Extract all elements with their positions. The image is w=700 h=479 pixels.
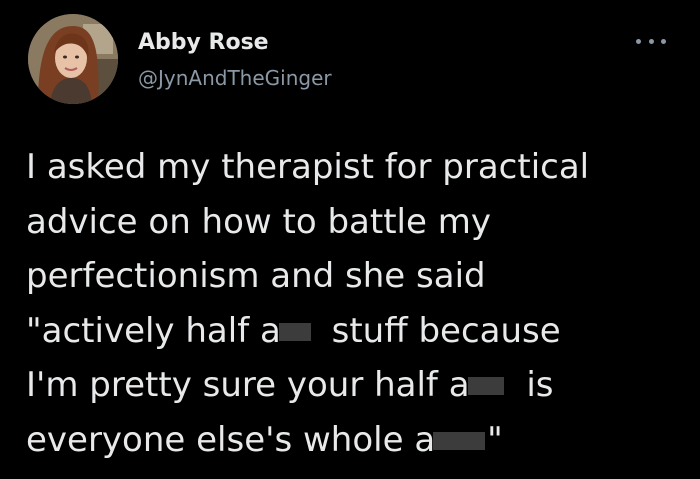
tweet-card: Abby Rose @JynAndTheGinger I asked my th… [0, 0, 700, 479]
tweet-text-fragment: is [515, 365, 554, 405]
profile-photo-icon [28, 14, 118, 104]
tweet-line: I asked my therapist for practical [26, 147, 590, 187]
censor-block [278, 322, 311, 341]
tweet-line: "actively half a stuff because [26, 304, 686, 359]
more-dot [648, 38, 654, 44]
tweet-line: perfectionism and she said [26, 256, 486, 296]
tweet-line: advice on how to battle my [26, 201, 491, 242]
display-name[interactable]: Abby Rose [138, 30, 269, 56]
tweet-text: I asked my therapist for practical advic… [26, 140, 686, 467]
more-dot [661, 38, 666, 44]
tweet-text-fragment: everyone else's whole a [26, 419, 436, 460]
tweet-text-fragment: " [487, 419, 503, 460]
user-handle[interactable]: @JynAndTheGinger [138, 66, 332, 90]
more-dot [636, 38, 641, 44]
censor-block [433, 431, 486, 450]
tweet-text-fragment: stuff because [320, 310, 561, 351]
tweet-text-fragment: "actively half a [26, 310, 281, 351]
more-options-icon[interactable] [636, 30, 666, 52]
tweet-text-fragment: I'm pretty sure your half a [26, 365, 470, 405]
censor-block [467, 377, 504, 395]
tweet-line: everyone else's whole a " [26, 413, 686, 468]
avatar[interactable] [28, 14, 118, 104]
tweet-line: I'm pretty sure your half a is [26, 358, 686, 413]
